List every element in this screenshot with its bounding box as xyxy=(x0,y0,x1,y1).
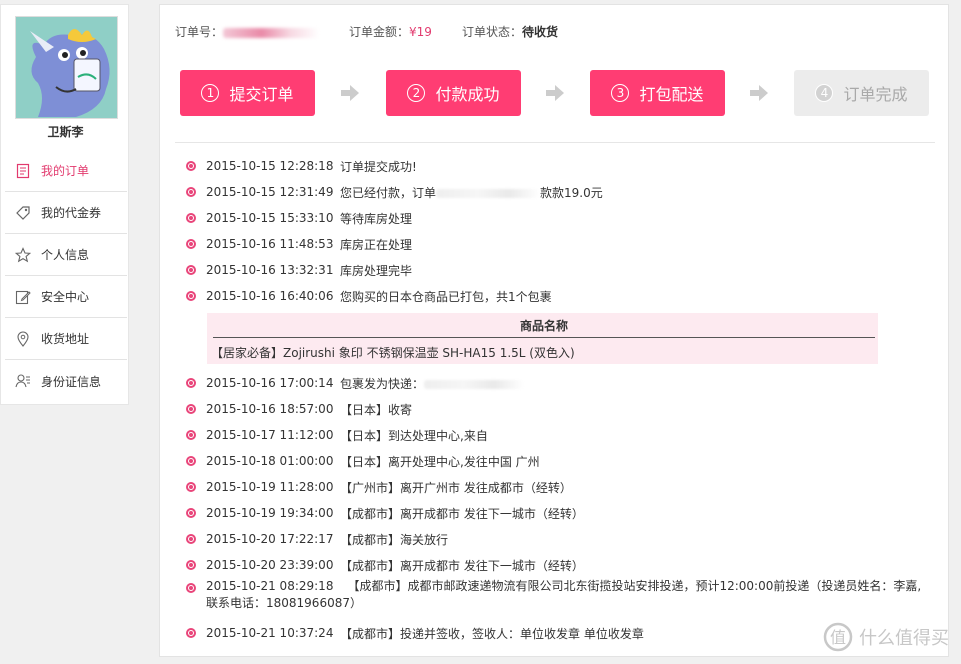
timeline-dot-icon xyxy=(186,404,196,414)
sidebar-item-security[interactable]: 安全中心 xyxy=(5,276,127,318)
timeline-row: 2015-10-16 13:32:31 库房处理完毕 xyxy=(186,257,936,283)
star-icon xyxy=(13,245,33,265)
package-table: 商品名称 【居家必备】Zojirushi 象印 不锈钢保温壶 SH-HA15 1… xyxy=(207,313,878,364)
timeline-row: 2015-10-16 17:00:14 包裹发为快递： xyxy=(186,370,936,396)
timeline-dot-icon xyxy=(186,187,196,197)
sidebar-item-orders[interactable]: 我的订单 xyxy=(5,150,127,192)
timeline-dot-icon xyxy=(186,560,196,570)
timeline-row: 2015-10-20 17:22:17 【成都市】海关放行 xyxy=(186,526,936,552)
step-submit-order[interactable]: 1 提交订单 xyxy=(180,70,315,116)
step-payment-success[interactable]: 2 付款成功 xyxy=(386,70,521,116)
sidebar-item-profile[interactable]: 个人信息 xyxy=(5,234,127,276)
timeline-row: 2015-10-15 12:28:18 订单提交成功! xyxy=(186,153,936,179)
arrow-right-icon xyxy=(750,85,768,101)
package-table-header: 商品名称 xyxy=(213,313,875,338)
timeline-row: 2015-10-20 23:39:00 【成都市】离开成都市 发往下一城市（经转） xyxy=(186,552,936,578)
timeline-row: 2015-10-17 11:12:00 【日本】到达处理中心,来自 xyxy=(186,422,936,448)
sidebar-item-label: 我的订单 xyxy=(41,164,90,178)
timeline-dot-icon xyxy=(186,239,196,249)
sidebar-item-vouchers[interactable]: 我的代金券 xyxy=(5,192,127,234)
timeline-row: 2015-10-21 08:29:18 【成都市】成都市邮政速递物流有限公司北东街… xyxy=(186,578,936,620)
timeline-dot-icon xyxy=(186,378,196,388)
timeline-row: 2015-10-16 16:40:06 您购买的日本仓商品已打包，共1个包裹 xyxy=(186,283,936,309)
order-detail-panel: 订单号： 订单金额：¥19 订单状态：待收货 1 提交订单 2 付款成功 3 打包配送… xyxy=(159,4,949,657)
timeline-dot-icon xyxy=(186,213,196,223)
order-summary: 订单号： 订单金额：¥19 订单状态：待收货 xyxy=(175,23,588,40)
order-status-value: 待收货 xyxy=(521,25,558,39)
smzdm-logo-icon: 值 xyxy=(823,622,853,652)
timeline-dot-icon xyxy=(186,508,196,518)
timeline-row: 2015-10-16 11:48:53 库房正在处理 xyxy=(186,231,936,257)
tag-icon xyxy=(13,203,33,223)
redacted-text xyxy=(436,188,541,198)
tracking-timeline: 2015-10-15 12:28:18 订单提交成功! 2015-10-15 12… xyxy=(186,153,936,646)
sidebar-item-label: 身份证信息 xyxy=(41,374,102,389)
order-amount: 订单金额：¥19 xyxy=(349,25,432,39)
watermark: 值 什么值得买 xyxy=(823,622,949,652)
order-list-icon xyxy=(13,161,33,181)
timeline-dot-icon xyxy=(186,430,196,440)
arrow-right-icon xyxy=(341,85,359,101)
step-packing-shipping[interactable]: 3 打包配送 xyxy=(590,70,725,116)
id-card-icon xyxy=(13,371,33,391)
timeline-dot-icon xyxy=(186,291,196,301)
order-amount-value: ¥19 xyxy=(409,25,432,39)
timeline-row: 2015-10-16 18:57:00 【日本】收寄 xyxy=(186,396,936,422)
timeline-dot-icon xyxy=(186,265,196,275)
sidebar: 卫斯李 我的订单 我的代金券 个人信息 安全中心 收货地址 身份证信息 xyxy=(0,4,129,405)
timeline-dot-icon xyxy=(186,482,196,492)
redacted-text xyxy=(424,379,525,389)
timeline-row: 2015-10-15 12:31:49 您已经付款，订单 款款19.0元 xyxy=(186,179,936,205)
timeline-row: 2015-10-19 19:34:00 【成都市】离开成都市 发往下一城市（经转） xyxy=(186,500,936,526)
timeline-dot-icon xyxy=(186,161,196,171)
timeline-row: 2015-10-19 11:28:00 【广州市】离开广州市 发往成都市（经转） xyxy=(186,474,936,500)
order-progress-steps: 1 提交订单 2 付款成功 3 打包配送 4 订单完成 xyxy=(180,70,930,117)
timeline-dot-icon xyxy=(186,456,196,466)
location-pin-icon xyxy=(13,329,33,349)
edit-icon xyxy=(13,287,33,307)
sidebar-item-label: 我的代金券 xyxy=(41,206,102,220)
timeline-dot-icon xyxy=(186,534,196,544)
svg-text:值: 值 xyxy=(830,628,846,647)
order-status: 订单状态：待收货 xyxy=(461,25,558,39)
sidebar-item-label: 安全中心 xyxy=(41,290,90,304)
sidebar-item-label: 收货地址 xyxy=(41,332,90,346)
sidebar-item-id-card[interactable]: 身份证信息 xyxy=(5,360,127,402)
sidebar-item-label: 个人信息 xyxy=(41,248,90,262)
sidebar-item-address[interactable]: 收货地址 xyxy=(5,318,127,360)
order-number: 订单号： xyxy=(175,23,320,40)
sidebar-menu: 我的订单 我的代金券 个人信息 安全中心 收货地址 身份证信息 xyxy=(5,150,127,402)
timeline-dot-icon xyxy=(186,583,196,593)
timeline-dot-icon xyxy=(186,628,196,638)
divider xyxy=(175,142,935,143)
package-item[interactable]: 【居家必备】Zojirushi 象印 不锈钢保温壶 SH-HA15 1.5L (… xyxy=(211,344,575,361)
timeline-row: 2015-10-15 15:33:10 等待库房处理 xyxy=(186,205,936,231)
username: 卫斯李 xyxy=(47,125,84,139)
step-order-complete[interactable]: 4 订单完成 xyxy=(794,70,929,116)
redacted-order-number xyxy=(223,27,320,38)
timeline-row: 2015-10-18 01:00:00 【日本】离开处理中心,发往中国 广州 xyxy=(186,448,936,474)
arrow-right-icon xyxy=(546,85,564,101)
avatar[interactable] xyxy=(15,16,118,119)
